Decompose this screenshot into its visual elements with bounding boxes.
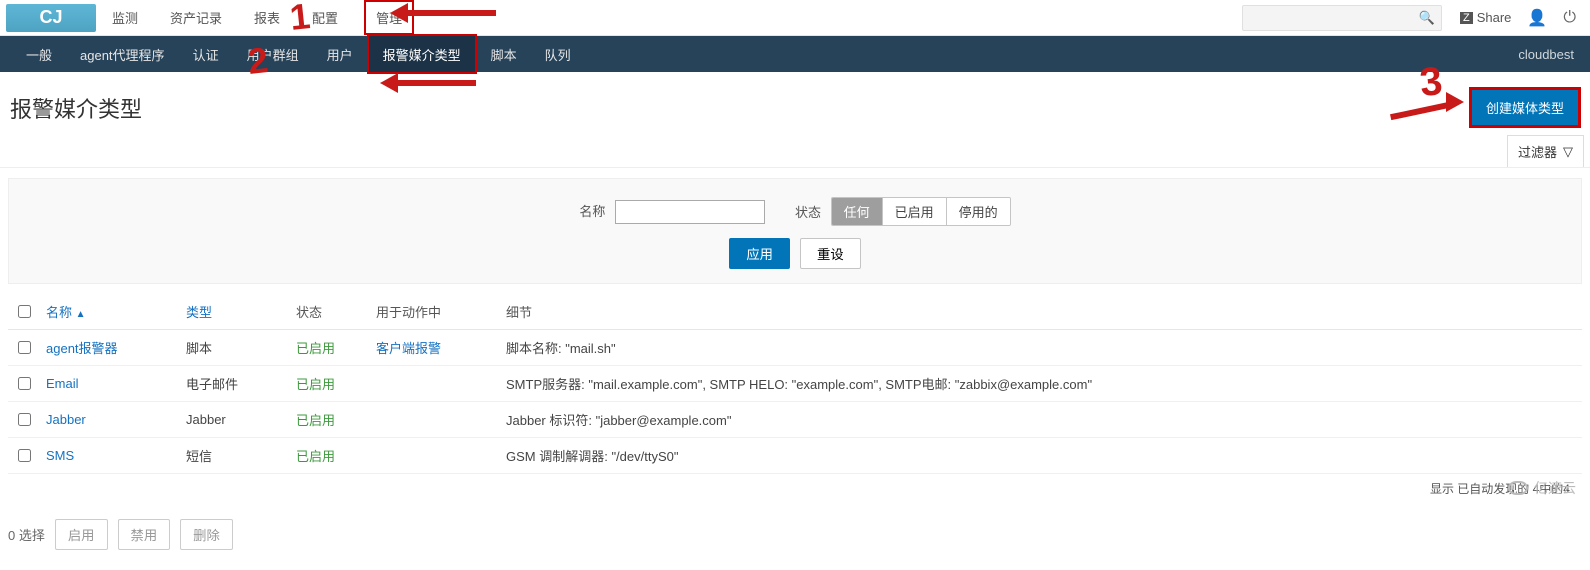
media-status-link[interactable]: 已启用 xyxy=(290,366,370,402)
share-button[interactable]: Z Share xyxy=(1452,10,1519,25)
watermark-icon xyxy=(1508,481,1528,495)
row-checkbox[interactable] xyxy=(18,341,31,354)
page-title: 报警媒介类型 xyxy=(10,92,142,124)
table-row: agent报警器 脚本 已启用 客户端报警 脚本名称: "mail.sh" xyxy=(8,330,1582,366)
nav-inventory[interactable]: 资产记录 xyxy=(164,0,228,35)
media-type-cell: 短信 xyxy=(180,438,290,474)
filter-tab-row: 过滤器 ▽ xyxy=(0,135,1590,168)
media-name-link[interactable]: SMS xyxy=(40,438,180,474)
table-row: Jabber Jabber 已启用 Jabber 标识符: "jabber@ex… xyxy=(8,402,1582,438)
media-types-table: 名称 ▲ 类型 状态 用于动作中 细节 agent报警器 脚本 已启用 客户端报… xyxy=(8,294,1582,509)
table-row: Email 电子邮件 已启用 SMTP服务器: "mail.example.co… xyxy=(8,366,1582,402)
filter-toggle[interactable]: 过滤器 ▽ xyxy=(1507,135,1584,167)
status-segmented: 任何 已启用 停用的 xyxy=(831,197,1011,226)
primary-nav: 监测 资产记录 报表 配置 管理 xyxy=(106,0,414,35)
media-status-link[interactable]: 已启用 xyxy=(290,402,370,438)
subnav-usergroups[interactable]: 用户群组 xyxy=(233,36,313,72)
media-name-link[interactable]: Email xyxy=(40,366,180,402)
media-type-cell: 脚本 xyxy=(180,330,290,366)
media-status-link[interactable]: 已启用 xyxy=(290,330,370,366)
col-name-label: 名称 xyxy=(46,305,72,320)
table-footer: 显示 已自动发现的 4中的4 xyxy=(8,474,1582,509)
status-enabled[interactable]: 已启用 xyxy=(882,198,946,225)
nav-monitor[interactable]: 监测 xyxy=(106,0,144,35)
subnav-users[interactable]: 用户 xyxy=(313,36,367,72)
media-detail-cell: Jabber 标识符: "jabber@example.com" xyxy=(500,402,1582,438)
nav-reports[interactable]: 报表 xyxy=(248,0,286,35)
media-name-link[interactable]: agent报警器 xyxy=(40,330,180,366)
subnav: 一般 agent代理程序 认证 用户群组 用户 报警媒介类型 脚本 队列 clo… xyxy=(0,36,1590,72)
nav-config[interactable]: 配置 xyxy=(306,0,344,35)
select-all-checkbox[interactable] xyxy=(18,305,31,318)
apply-button[interactable]: 应用 xyxy=(729,238,790,269)
page-header: 报警媒介类型 创建媒体类型 xyxy=(0,72,1590,135)
bulk-actions: 0 选择 启用 禁用 删除 xyxy=(0,509,1590,570)
media-name-link[interactable]: Jabber xyxy=(40,402,180,438)
filter-status-group: 状态 任何 已启用 停用的 xyxy=(795,197,1011,226)
table-row: SMS 短信 已启用 GSM 调制解调器: "/dev/ttyS0" xyxy=(8,438,1582,474)
nav-admin[interactable]: 管理 xyxy=(364,0,414,35)
col-details: 细节 xyxy=(500,294,1582,330)
row-checkbox[interactable] xyxy=(18,413,31,426)
media-detail-cell: GSM 调制解调器: "/dev/ttyS0" xyxy=(500,438,1582,474)
row-checkbox[interactable] xyxy=(18,449,31,462)
col-type[interactable]: 类型 xyxy=(180,294,290,330)
media-usedin-cell xyxy=(370,366,500,402)
media-usedin-link[interactable]: 客户端报警 xyxy=(370,330,500,366)
status-disabled[interactable]: 停用的 xyxy=(946,198,1010,225)
row-checkbox[interactable] xyxy=(18,377,31,390)
col-used-in: 用于动作中 xyxy=(370,294,500,330)
bulk-disable-button[interactable]: 禁用 xyxy=(118,519,171,550)
logo: CJ xyxy=(6,4,96,32)
col-status: 状态 xyxy=(290,294,370,330)
reset-button[interactable]: 重设 xyxy=(800,238,861,269)
share-label: Share xyxy=(1477,10,1512,25)
search-input[interactable]: 🔍 xyxy=(1242,5,1442,31)
power-icon[interactable]: ⏻ xyxy=(1555,9,1584,27)
table-header-row: 名称 ▲ 类型 状态 用于动作中 细节 xyxy=(8,294,1582,330)
search-icon: 🔍 xyxy=(1419,10,1435,26)
sort-asc-icon: ▲ xyxy=(76,309,86,320)
subnav-scripts[interactable]: 脚本 xyxy=(477,36,531,72)
filter-name-input[interactable] xyxy=(615,200,765,224)
share-z-icon: Z xyxy=(1460,12,1473,24)
col-name[interactable]: 名称 ▲ xyxy=(40,294,180,330)
subnav-queue[interactable]: 队列 xyxy=(531,36,585,72)
filter-name-label: 名称 xyxy=(579,204,605,219)
bulk-delete-button[interactable]: 删除 xyxy=(180,519,233,550)
filter-name-group: 名称 xyxy=(579,200,765,224)
create-media-type-button[interactable]: 创建媒体类型 xyxy=(1470,88,1580,127)
status-any[interactable]: 任何 xyxy=(832,198,882,225)
filter-label: 过滤器 xyxy=(1518,142,1557,161)
user-icon[interactable]: 👤 xyxy=(1519,8,1555,28)
media-detail-cell: 脚本名称: "mail.sh" xyxy=(500,330,1582,366)
watermark: 亿速云 xyxy=(1508,478,1576,498)
selection-count: 0 选择 xyxy=(8,525,45,544)
subnav-proxies[interactable]: agent代理程序 xyxy=(66,36,179,72)
media-status-link[interactable]: 已启用 xyxy=(290,438,370,474)
media-type-cell: 电子邮件 xyxy=(180,366,290,402)
subnav-auth[interactable]: 认证 xyxy=(179,36,233,72)
filter-panel: 名称 状态 任何 已启用 停用的 应用 重设 xyxy=(8,178,1582,284)
media-usedin-cell xyxy=(370,438,500,474)
topbar: CJ 监测 资产记录 报表 配置 管理 🔍 Z Share 👤 ⏻ xyxy=(0,0,1590,36)
filter-icon: ▽ xyxy=(1563,144,1573,160)
bulk-enable-button[interactable]: 启用 xyxy=(55,519,108,550)
subnav-general[interactable]: 一般 xyxy=(12,36,66,72)
media-type-cell: Jabber xyxy=(180,402,290,438)
subnav-mediatypes[interactable]: 报警媒介类型 xyxy=(367,34,477,74)
media-usedin-cell xyxy=(370,402,500,438)
media-detail-cell: SMTP服务器: "mail.example.com", SMTP HELO: … xyxy=(500,366,1582,402)
watermark-text: 亿速云 xyxy=(1534,478,1576,498)
subnav-right-label: cloudbest xyxy=(1518,47,1578,62)
filter-status-label: 状态 xyxy=(795,205,821,220)
